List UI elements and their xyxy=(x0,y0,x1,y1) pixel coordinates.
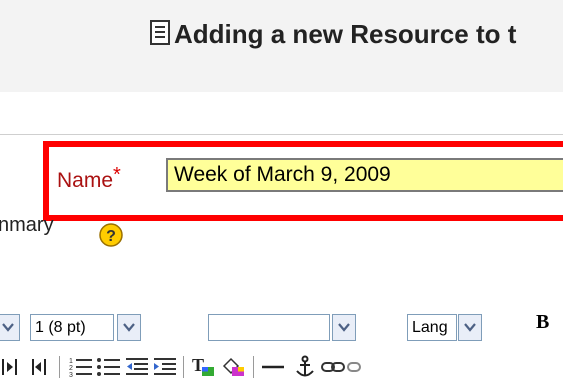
document-icon xyxy=(150,20,172,46)
text-color-icon[interactable]: T xyxy=(190,354,216,380)
svg-text:1: 1 xyxy=(69,358,73,365)
toolbar-separator xyxy=(183,356,184,378)
outdent-icon[interactable] xyxy=(124,354,150,380)
page-title-text: Adding a new Resource to t xyxy=(174,19,517,49)
svg-text:2: 2 xyxy=(69,365,73,372)
resource-edit-page: Adding a new Resource to t Name* nmary ?… xyxy=(0,0,563,389)
page-header: Adding a new Resource to t xyxy=(0,0,563,92)
lang-value: Lang xyxy=(412,319,448,336)
page-title: Adding a new Resource to t xyxy=(150,19,516,50)
rtl-icon[interactable] xyxy=(30,354,52,380)
name-label-text: Name xyxy=(57,169,114,192)
bold-button[interactable]: B xyxy=(536,311,549,334)
unordered-list-icon[interactable] xyxy=(96,354,122,380)
summary-label: nmary xyxy=(0,214,54,236)
format-select[interactable] xyxy=(208,314,330,341)
font-size-select[interactable]: 1 (8 pt) xyxy=(30,314,114,341)
svg-text:3: 3 xyxy=(69,372,73,379)
font-size-value: 1 (8 pt) xyxy=(35,319,86,336)
lang-select[interactable]: Lang xyxy=(407,314,457,341)
help-icon[interactable]: ? xyxy=(98,222,124,248)
ltr-icon[interactable] xyxy=(0,354,22,380)
font-family-dropdown-arrow[interactable] xyxy=(0,314,20,341)
font-size-dropdown-arrow[interactable] xyxy=(117,314,141,341)
anchor-icon[interactable] xyxy=(292,354,318,380)
section-divider xyxy=(0,134,563,135)
background-color-icon[interactable] xyxy=(220,354,246,380)
unlink-icon[interactable] xyxy=(346,354,364,380)
required-marker: * xyxy=(113,164,121,186)
lang-dropdown-arrow[interactable] xyxy=(458,314,482,341)
toolbar-separator xyxy=(59,356,60,378)
name-label: Name* xyxy=(57,164,121,193)
name-input[interactable] xyxy=(166,158,563,192)
indent-icon[interactable] xyxy=(152,354,178,380)
toolbar-separator xyxy=(253,356,254,378)
horizontal-rule-icon[interactable] xyxy=(260,354,286,380)
ordered-list-icon[interactable]: 1 2 3 xyxy=(68,354,94,380)
svg-text:?: ? xyxy=(106,228,116,245)
link-icon[interactable] xyxy=(320,354,346,380)
format-dropdown-arrow[interactable] xyxy=(332,314,356,341)
